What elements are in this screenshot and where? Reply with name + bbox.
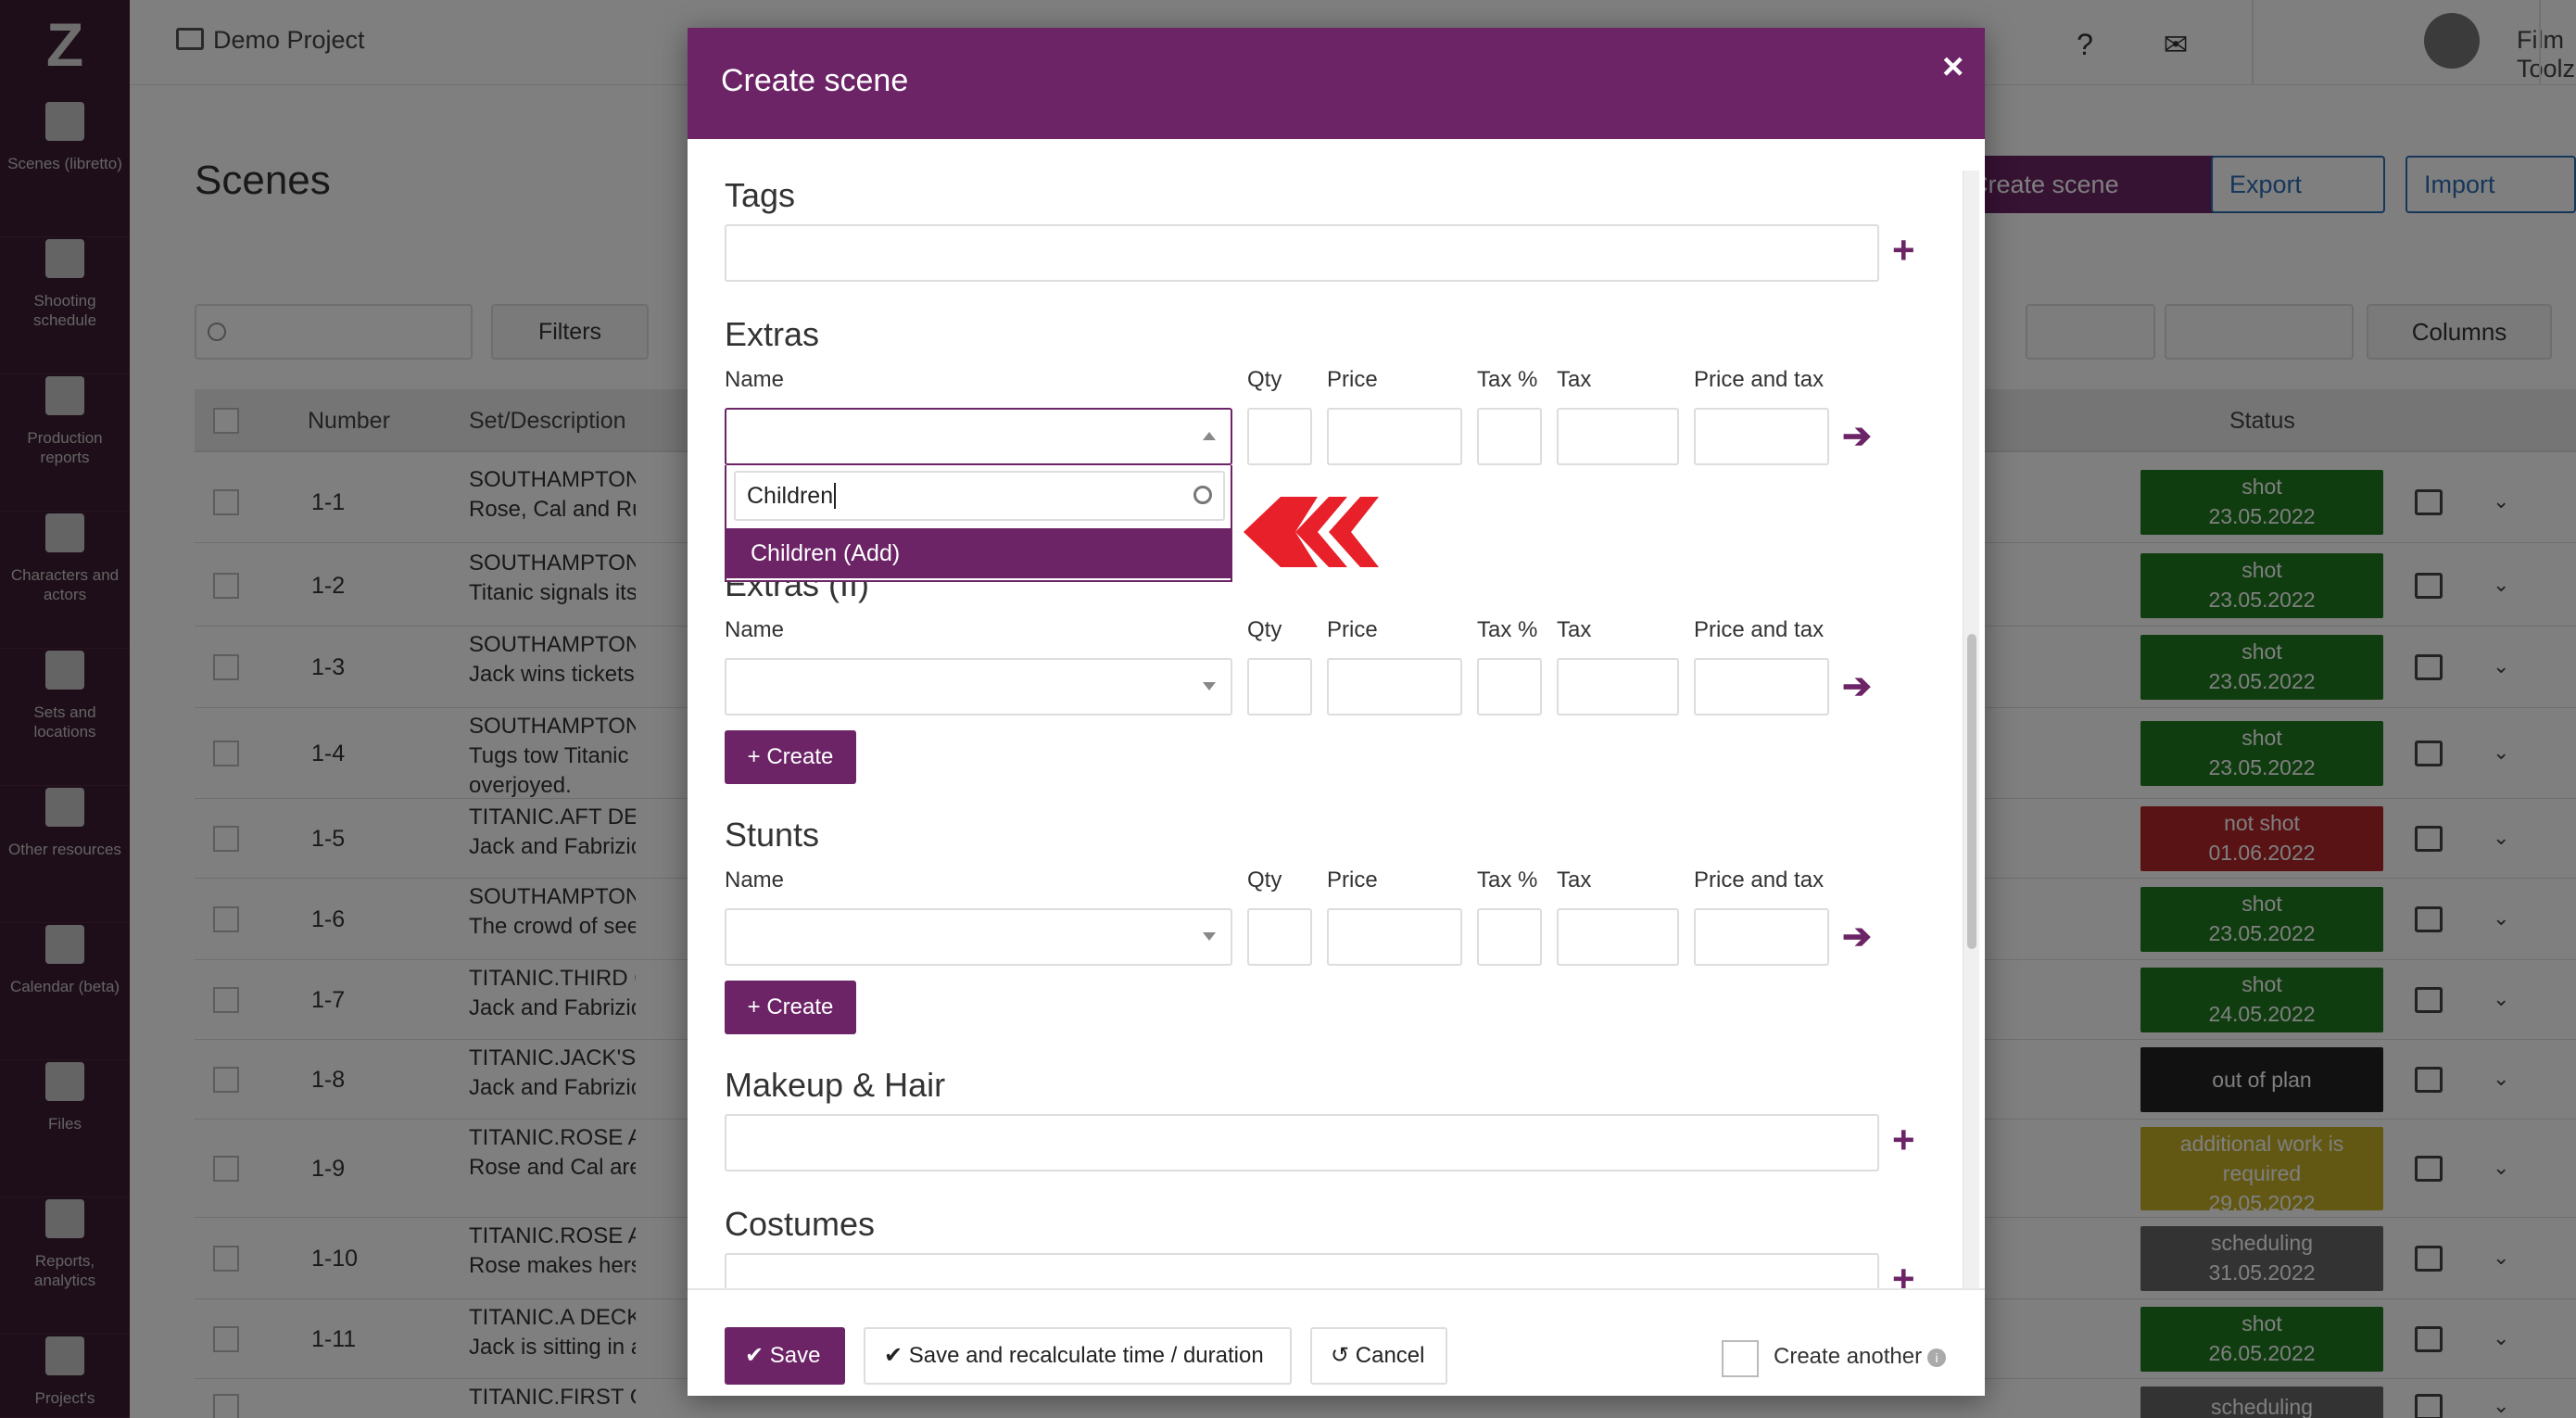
create-button-label: Create [766, 994, 834, 1019]
section-title-stunts: Stunts [725, 816, 820, 854]
info-icon[interactable]: i [1927, 1348, 1947, 1367]
extras-ii-name-select[interactable] [725, 658, 1232, 715]
extras-ii-qty-input[interactable] [1247, 658, 1312, 715]
column-label-name: Name [725, 617, 785, 642]
column-label-price-tax: Price and tax [1694, 867, 1825, 893]
extras-tax-pct-input[interactable] [1477, 408, 1542, 465]
extras-name-select[interactable] [725, 408, 1232, 465]
create-scene-dialog: Create scene × Tags + Extras Name Qty Pr… [688, 28, 1985, 1396]
stunts-name-select[interactable] [725, 908, 1232, 966]
section-title-tags: Tags [725, 176, 796, 214]
create-another-checkbox[interactable] [1722, 1340, 1759, 1377]
column-label-tax: Tax [1557, 867, 1592, 893]
stunts-price-input[interactable] [1327, 908, 1462, 966]
column-label-price-tax: Price and tax [1694, 617, 1825, 642]
column-label-name: Name [725, 867, 785, 893]
close-button[interactable]: × [1942, 46, 1964, 88]
column-label-tax: Tax [1557, 367, 1592, 392]
column-label-tax: Tax [1557, 617, 1592, 642]
create-another-label[interactable]: Create another i [1774, 1344, 1947, 1370]
dropdown-search-input[interactable]: Children [734, 471, 1225, 521]
extras-price-input[interactable] [1327, 408, 1462, 465]
add-tag-icon[interactable]: + [1892, 231, 1915, 270]
extras-ii-tax-pct-input[interactable] [1477, 658, 1542, 715]
dropdown-option-add[interactable]: Children (Add) [726, 528, 1231, 578]
arrow-right-icon[interactable]: ➔ [1842, 916, 1872, 957]
column-label-name: Name [725, 367, 785, 392]
column-label-price: Price [1327, 617, 1378, 642]
save-recalculate-label: Save and recalculate time / duration [908, 1343, 1264, 1368]
chevron-down-icon [1203, 682, 1216, 690]
dialog-title: Create scene [721, 63, 909, 98]
stunts-tax-input[interactable] [1557, 908, 1679, 966]
dialog-footer: ✔ Save ✔ Save and recalculate time / dur… [688, 1288, 1985, 1396]
column-label-qty: Qty [1247, 867, 1282, 893]
save-recalculate-button[interactable]: ✔ Save and recalculate time / duration [864, 1327, 1292, 1385]
makeup-input[interactable] [725, 1114, 1879, 1171]
stunts-price-tax-input[interactable] [1694, 908, 1829, 966]
pointer-chevrons-icon [1244, 497, 1379, 567]
scrollbar-thumb[interactable] [1967, 634, 1976, 949]
section-title-extras: Extras [725, 315, 820, 353]
dialog-header: Create scene × [688, 28, 1985, 139]
extras-ii-tax-input[interactable] [1557, 658, 1679, 715]
cancel-button-label: Cancel [1355, 1343, 1425, 1368]
create-button-label: Create [766, 744, 834, 769]
column-label-qty: Qty [1247, 617, 1282, 642]
extras-ii-price-tax-input[interactable] [1694, 658, 1829, 715]
save-button[interactable]: ✔ Save [725, 1327, 845, 1385]
app-root: Z Scenes (libretto) Shooting schedule Pr… [0, 0, 2576, 1418]
extras-name-dropdown: Children Children (Add) [725, 465, 1232, 582]
arrow-right-icon[interactable]: ➔ [1842, 415, 1872, 457]
dropdown-search-value: Children [747, 483, 834, 509]
section-title-makeup: Makeup & Hair [725, 1066, 946, 1104]
extras-qty-input[interactable] [1247, 408, 1312, 465]
save-button-label: Save [769, 1343, 821, 1368]
add-makeup-icon[interactable]: + [1892, 1120, 1915, 1159]
chevron-down-icon [1203, 932, 1216, 941]
section-title-costumes: Costumes [725, 1205, 876, 1243]
arrow-right-icon[interactable]: ➔ [1842, 665, 1872, 707]
column-label-tax-pct: Tax % [1477, 867, 1538, 893]
extras-tax-input[interactable] [1557, 408, 1679, 465]
tags-input[interactable] [725, 224, 1879, 282]
search-icon [1193, 486, 1212, 504]
column-label-price: Price [1327, 367, 1378, 392]
extras-ii-price-input[interactable] [1327, 658, 1462, 715]
column-label-tax-pct: Tax % [1477, 367, 1538, 392]
stunts-create-button[interactable]: + Create [725, 981, 856, 1034]
add-costume-icon[interactable]: + [1892, 1260, 1915, 1289]
extras-ii-create-button[interactable]: + Create [725, 730, 856, 784]
column-label-price-tax: Price and tax [1694, 367, 1825, 392]
stunts-qty-input[interactable] [1247, 908, 1312, 966]
create-another-text: Create another [1774, 1344, 1923, 1369]
extras-price-tax-input[interactable] [1694, 408, 1829, 465]
stunts-tax-pct-input[interactable] [1477, 908, 1542, 966]
dialog-body: Tags + Extras Name Qty Price Tax % Tax P… [688, 139, 1985, 1288]
costumes-input[interactable] [725, 1253, 1879, 1288]
column-label-qty: Qty [1247, 367, 1282, 392]
column-label-price: Price [1327, 867, 1378, 893]
chevron-up-icon [1203, 432, 1216, 440]
cancel-button[interactable]: ↺ Cancel [1310, 1327, 1447, 1385]
column-label-tax-pct: Tax % [1477, 617, 1538, 642]
scrollbar[interactable] [1963, 171, 1979, 1288]
